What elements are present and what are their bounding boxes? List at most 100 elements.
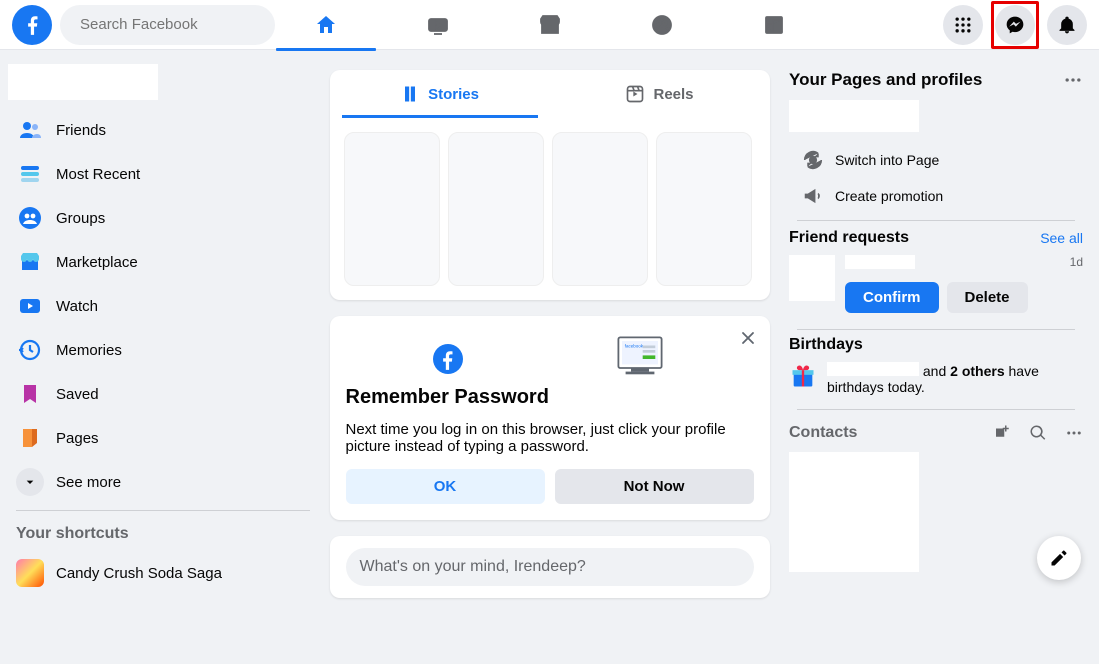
tab-label: Reels [653, 86, 693, 103]
birthday-others: 2 others [950, 363, 1004, 379]
sidebar-item-label: Most Recent [56, 166, 140, 183]
sidebar-item-most-recent[interactable]: Most Recent [8, 152, 318, 196]
new-call-icon[interactable] [993, 424, 1011, 442]
nav-gaming[interactable] [722, 0, 826, 50]
friend-requests-heading: Friend requests [789, 229, 909, 247]
nav-home[interactable] [274, 0, 378, 50]
divider [16, 510, 310, 511]
search-container[interactable] [60, 5, 275, 45]
sidebar-item-label: Memories [56, 342, 122, 359]
delete-button[interactable]: Delete [947, 282, 1028, 313]
contact-item[interactable] [789, 452, 919, 572]
sidebar-item-marketplace[interactable]: Marketplace [8, 240, 318, 284]
saved-icon [16, 380, 44, 408]
shortcut-candy-crush[interactable]: Candy Crush Soda Saga [8, 551, 318, 594]
tab-label: Stories [428, 86, 479, 103]
sidebar-item-label: Watch [56, 298, 98, 315]
sidebar-item-groups[interactable]: Groups [8, 196, 318, 240]
sidebar-item-label: Groups [56, 210, 105, 227]
confirm-button[interactable]: Confirm [845, 282, 939, 313]
birthdays-heading: Birthdays [789, 336, 1083, 354]
contacts-heading: Contacts [789, 424, 857, 442]
sidebar-item-label: Marketplace [56, 254, 138, 271]
sidebar-item-memories[interactable]: Memories [8, 328, 318, 372]
tab-stories[interactable]: Stories [330, 70, 550, 118]
story-tile[interactable] [656, 132, 752, 286]
more-icon[interactable] [1063, 70, 1083, 90]
see-all-link[interactable]: See all [1040, 230, 1083, 246]
new-message-fab[interactable] [1037, 536, 1081, 580]
promo-icon [803, 186, 823, 206]
story-tile[interactable] [448, 132, 544, 286]
sidebar-see-more[interactable]: See more [8, 460, 318, 504]
marketplace-icon [538, 13, 562, 37]
nav-groups[interactable] [610, 0, 714, 50]
stories-icon [400, 84, 420, 104]
memories-icon [16, 336, 44, 364]
sidebar-item-label: Pages [56, 430, 99, 447]
sidebar-item-pages[interactable]: Pages [8, 416, 318, 460]
birthday-name [827, 362, 919, 376]
notifications-button[interactable] [1047, 5, 1087, 45]
request-time: 1d [1070, 255, 1083, 269]
sidebar-item-label: Friends [56, 122, 106, 139]
marketplace-color-icon [16, 248, 44, 276]
create-promo-link[interactable]: Create promotion [789, 178, 1083, 214]
not-now-button[interactable]: Not Now [555, 469, 754, 504]
menu-button[interactable] [943, 5, 983, 45]
messenger-highlight [991, 1, 1039, 49]
pages-heading: Your Pages and profiles [789, 70, 982, 90]
grid-icon [953, 15, 973, 35]
contacts-more-icon[interactable] [1065, 424, 1083, 442]
svg-text:facebook: facebook [624, 343, 643, 348]
switch-label: Switch into Page [835, 152, 939, 168]
pages-icon [16, 424, 44, 452]
sidebar-item-watch[interactable]: Watch [8, 284, 318, 328]
page-link[interactable] [789, 100, 919, 132]
close-button[interactable] [738, 328, 758, 353]
messenger-button[interactable] [995, 5, 1035, 45]
composer-card: What's on your mind, Irendeep? [330, 536, 770, 598]
groups-color-icon [16, 204, 44, 232]
messenger-icon [1005, 15, 1025, 35]
see-more-label: See more [56, 474, 121, 491]
profile-link[interactable] [8, 64, 158, 100]
gift-icon [789, 362, 817, 390]
chevron-down-icon [16, 468, 44, 496]
reels-icon [625, 84, 645, 104]
remember-title: Remember Password [346, 386, 549, 409]
shortcuts-heading: Your shortcuts [8, 517, 318, 551]
sidebar-item-friends[interactable]: Friends [8, 108, 318, 152]
groups-icon [650, 13, 674, 37]
story-tile[interactable] [552, 132, 648, 286]
ok-button[interactable]: OK [346, 469, 545, 504]
sidebar-item-saved[interactable]: Saved [8, 372, 318, 416]
switch-page-link[interactable]: Switch into Page [789, 142, 1083, 178]
gaming-icon [762, 13, 786, 37]
close-icon [738, 328, 758, 348]
birthday-text-prefix: and [923, 363, 950, 379]
birthday-row[interactable]: and 2 others have birthdays today. [789, 362, 1083, 395]
nav-marketplace[interactable] [498, 0, 602, 50]
facebook-logo[interactable] [12, 5, 52, 45]
search-input[interactable] [80, 16, 279, 33]
candy-crush-icon [16, 559, 44, 587]
composer-input[interactable]: What's on your mind, Irendeep? [346, 548, 754, 586]
search-contacts-icon[interactable] [1029, 424, 1047, 442]
watch-color-icon [16, 292, 44, 320]
sidebar-item-label: Saved [56, 386, 99, 403]
friend-request-row[interactable]: 1d Confirm Delete [789, 255, 1083, 313]
create-story-tile[interactable] [344, 132, 440, 286]
edit-icon [1049, 548, 1069, 568]
friends-icon [16, 116, 44, 144]
stories-card: Stories Reels [330, 70, 770, 300]
nav-watch[interactable] [386, 0, 490, 50]
promo-label: Create promotion [835, 188, 943, 204]
shortcut-label: Candy Crush Soda Saga [56, 565, 222, 582]
tab-reels[interactable]: Reels [550, 70, 770, 118]
home-icon [314, 13, 338, 37]
watch-icon [426, 13, 450, 37]
remember-illustration: facebook [346, 332, 754, 386]
remember-subtext: Next time you log in on this browser, ju… [346, 421, 754, 455]
switch-icon [803, 150, 823, 170]
